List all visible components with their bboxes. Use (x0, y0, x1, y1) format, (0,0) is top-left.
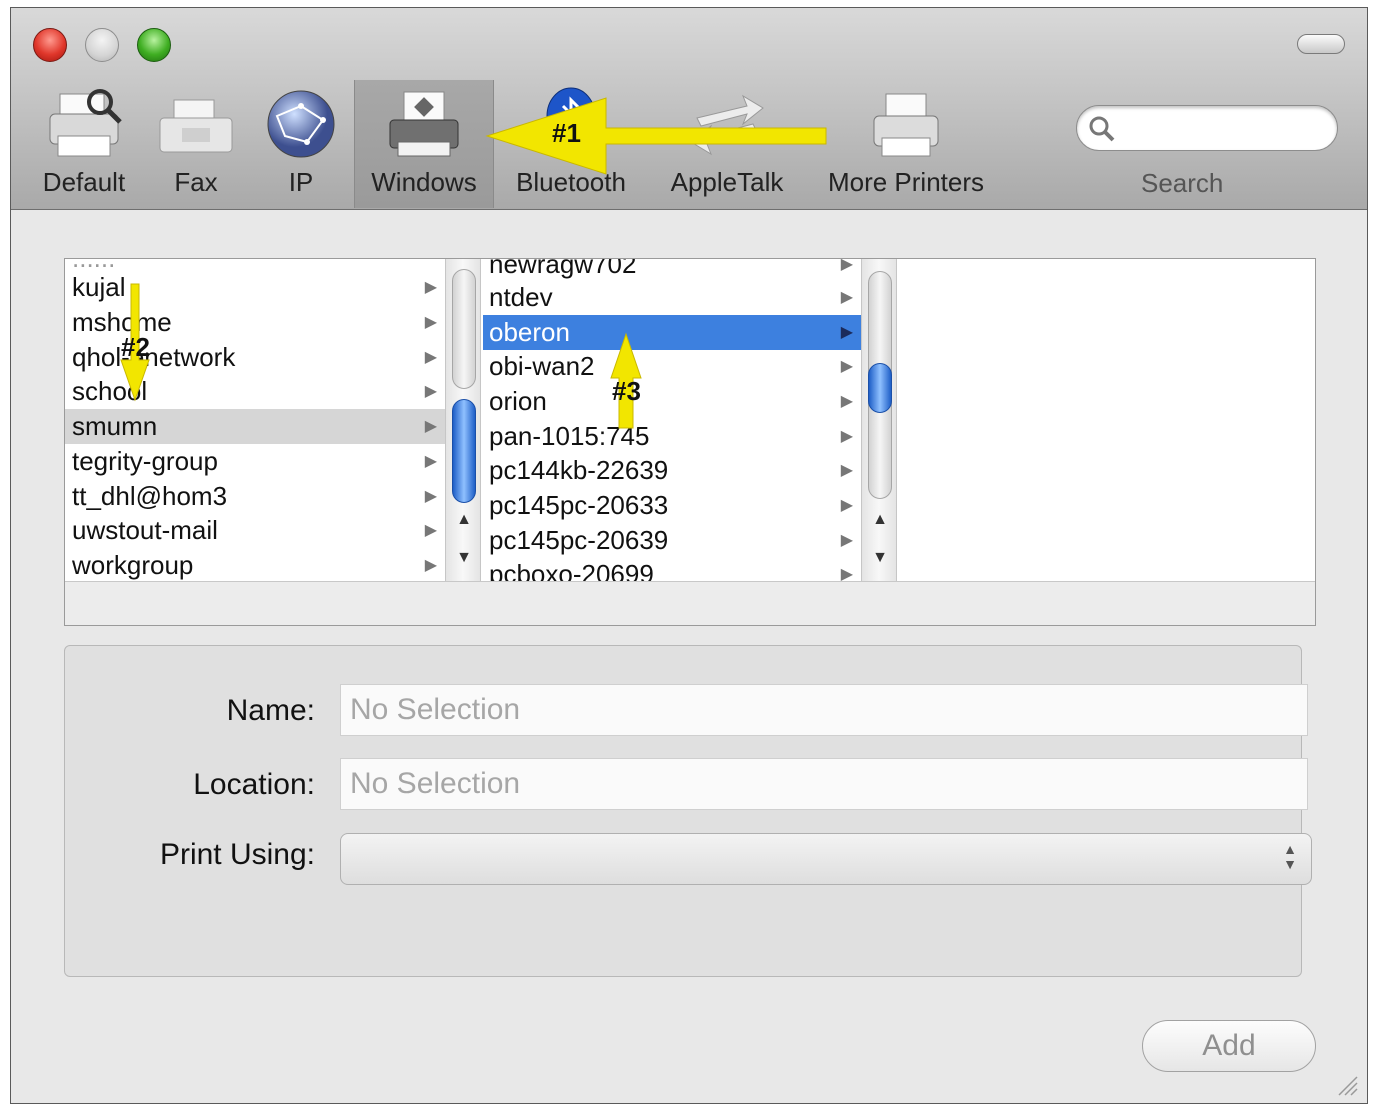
list-item[interactable]: pc144kb-22639 ▶ (483, 453, 861, 488)
annotation-label-3: #3 (612, 376, 641, 406)
chevron-right-icon: ▶ (424, 383, 437, 400)
default-printer-icon (49, 89, 122, 157)
close-window-button[interactable] (33, 28, 67, 62)
chevron-right-icon: ▶ (840, 497, 853, 514)
name-label: Name: (226, 694, 315, 727)
list-item[interactable]: tt_dhl@hom3 ▶ (65, 479, 445, 514)
network-globe-icon (267, 90, 335, 158)
minimize-window-button[interactable] (85, 28, 119, 62)
host-column: newragw702 ▶ ntdev ▶ oberon ▶ obi-wan2 ▶ ori… (483, 259, 861, 581)
search-icon (1089, 116, 1115, 142)
chevron-right-icon: ▶ (424, 418, 437, 435)
toolbar-windows-label: Windows (371, 167, 477, 197)
workgroup-scrollbar[interactable]: ▲ ▼ (445, 259, 481, 581)
toolbar-toggle-button[interactable] (1297, 34, 1345, 54)
list-item[interactable]: tegrity-group ▶ (65, 444, 445, 479)
list-item-selected[interactable]: smumn ▶ (65, 409, 445, 444)
workgroup-column: ...... kujal▶ mshome▶ qhol-enetwork▶ sch… (65, 259, 445, 581)
list-item[interactable]: newragw702 ▶ (483, 259, 861, 282)
name-field[interactable]: No Selection (340, 684, 1308, 736)
scroll-down-arrow-icon[interactable]: ▼ (862, 549, 898, 567)
toolbar-appletalk-button[interactable]: AppleTalk (657, 80, 797, 208)
search-field[interactable] (1076, 105, 1338, 151)
scroll-down-arrow-icon[interactable]: ▼ (446, 549, 482, 567)
list-item[interactable]: orion ▶ (483, 384, 861, 419)
toolbar-windows-button[interactable]: Windows (354, 80, 494, 208)
list-item[interactable]: pcboxo-20699 ▶ (483, 557, 861, 581)
location-field[interactable]: No Selection (340, 758, 1308, 810)
list-item[interactable]: workgroup ▶ (65, 548, 445, 581)
printer-browser: ...... kujal▶ mshome▶ qhol-enetwork▶ sch… (64, 258, 1316, 626)
printer-details-panel: Name: No Selection Location: No Selectio… (64, 645, 1312, 977)
resize-grip-icon[interactable] (1335, 1073, 1359, 1097)
host-scrollbar[interactable]: ▲ ▼ (861, 259, 897, 581)
scroll-up-arrow-icon[interactable]: ▲ (446, 511, 482, 529)
print-using-label: Print Using: (159, 838, 315, 871)
location-label: Location: (193, 768, 315, 801)
scroll-up-arrow-icon[interactable]: ▲ (862, 511, 898, 529)
chevron-right-icon: ▶ (840, 532, 853, 549)
chevron-right-icon: ▶ (424, 349, 437, 366)
chevron-right-icon: ▶ (424, 314, 437, 331)
toolbar-more-printers-label: More Printers (827, 167, 985, 197)
fax-icon (159, 99, 233, 153)
chevron-right-icon: ▶ (424, 557, 437, 574)
add-button[interactable]: Add (1142, 1020, 1316, 1072)
toolbar-ip-button[interactable]: IP (261, 80, 341, 208)
list-item[interactable]: pan-1015:745 ▶ (483, 419, 861, 454)
list-item[interactable]: pc145pc-20633 ▶ (483, 488, 861, 523)
chevron-right-icon: ▶ (424, 488, 437, 505)
scroll-thumb[interactable] (452, 269, 476, 389)
toolbar-default-button[interactable]: Default (29, 80, 139, 208)
list-item[interactable]: pc145pc-20639 ▶ (483, 523, 861, 558)
chevron-right-icon: ▶ (840, 358, 853, 375)
list-item[interactable]: school ▶ (65, 374, 445, 409)
chevron-right-icon: ▶ (424, 279, 437, 296)
appletalk-arrows-icon (690, 94, 764, 156)
annotation-label-1: #1 (552, 118, 581, 148)
chevron-right-icon: ▶ (840, 462, 853, 479)
chevron-right-icon: ▶ (840, 289, 853, 306)
chevron-right-icon: ▶ (840, 259, 853, 273)
scroll-thumb-active[interactable] (452, 399, 476, 503)
toolbar-default-label: Default (42, 167, 126, 197)
windows-printer-icon (389, 91, 459, 157)
toolbar-fax-label: Fax (174, 167, 218, 197)
toolbar-more-printers-button[interactable]: More Printers (814, 80, 998, 208)
chevron-right-icon: ▶ (840, 566, 853, 581)
chevron-right-icon: ▶ (424, 522, 437, 539)
browser-footer (65, 581, 1315, 625)
toolbar-ip-label: IP (288, 167, 314, 197)
chevron-right-icon: ▶ (840, 428, 853, 445)
chevron-right-icon: ▶ (424, 453, 437, 470)
toolbar-fax-button[interactable]: Fax (151, 80, 241, 208)
print-using-select[interactable]: ▲ ▼ (340, 833, 1312, 885)
list-item[interactable]: kujal ▶ (65, 270, 445, 305)
list-item[interactable]: uwstout-mail ▶ (65, 513, 445, 548)
scroll-thumb-active[interactable] (868, 363, 892, 413)
chevron-right-icon: ▶ (840, 324, 853, 341)
toolbar-bluetooth-label: Bluetooth (516, 167, 626, 197)
list-item[interactable]: ntdev ▶ (483, 280, 861, 315)
zoom-window-button[interactable] (137, 28, 171, 62)
search-label: Search (1141, 168, 1224, 198)
list-item-selected[interactable]: oberon ▶ (483, 315, 861, 350)
more-printers-icon (873, 93, 939, 157)
toolbar-appletalk-label: AppleTalk (670, 167, 784, 197)
list-item[interactable]: obi-wan2 ▶ (483, 349, 861, 384)
annotation-label-2: #2 (121, 332, 150, 362)
add-printer-window: Default Fax IP Windows Bluetooth AppleTa… (10, 7, 1368, 1104)
stepper-arrows-icon: ▲ ▼ (1283, 841, 1297, 872)
chevron-right-icon: ▶ (840, 393, 853, 410)
